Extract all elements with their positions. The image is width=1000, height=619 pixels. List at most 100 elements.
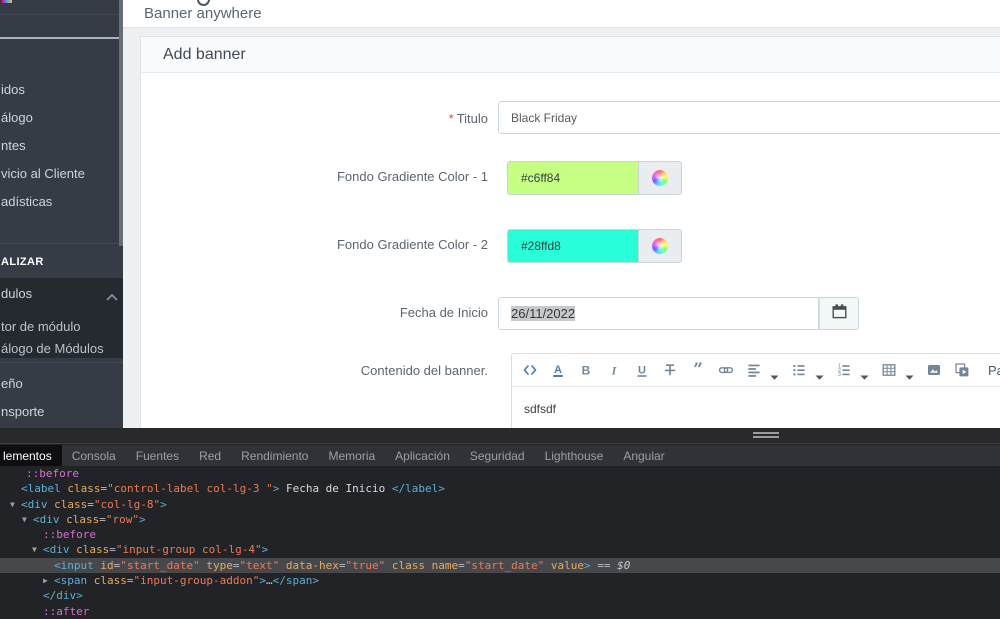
rich-text-editor: ABIU ” 123 Parrafo sdfsdf: [511, 353, 1000, 428]
chevron-down-icon[interactable]: [905, 367, 914, 372]
underline-icon[interactable]: U: [634, 362, 650, 378]
calendar-button[interactable]: [819, 297, 859, 330]
devtools-tab-lementos[interactable]: lementos: [0, 445, 62, 466]
code-token: >: [139, 513, 146, 526]
table-icon[interactable]: [881, 362, 897, 378]
dom-node[interactable]: ::before: [0, 466, 1000, 481]
code-token: "row": [106, 513, 139, 526]
code-token: ==: [591, 559, 618, 572]
expand-arrow-open-icon[interactable]: ▼: [10, 497, 15, 512]
chevron-down-icon[interactable]: [815, 367, 824, 372]
expand-arrow-closed-icon[interactable]: ▶: [43, 573, 48, 588]
code-token: ::before: [43, 528, 96, 541]
code-token: "input-group col-lg-4": [116, 543, 262, 556]
browser-page: idos álogo ntes vicio al Cliente adístic…: [0, 0, 1000, 428]
devtools-tab-fuentes[interactable]: Fuentes: [126, 445, 189, 466]
sidebar-item-pedidos[interactable]: idos: [1, 82, 119, 97]
code-token: class: [67, 482, 100, 495]
code-token: [87, 574, 94, 587]
dom-node[interactable]: ▼<div class="input-group col-lg-4">: [0, 542, 1000, 557]
bold-icon[interactable]: B: [578, 362, 594, 378]
dom-node[interactable]: ::after: [0, 604, 1000, 619]
code-token: >: [584, 559, 591, 572]
code-token: <label: [21, 482, 61, 495]
media-icon[interactable]: [954, 362, 970, 378]
editor-toolbar: ABIU ” 123 Parrafo: [512, 354, 1000, 387]
sidebar-divider: [0, 37, 123, 39]
devtools-tab-lighthouse[interactable]: Lighthouse: [535, 445, 614, 466]
image-icon[interactable]: [926, 362, 942, 378]
code-token: id: [100, 559, 113, 572]
link-icon[interactable]: [718, 362, 734, 378]
code-token: "input-group-addon": [134, 574, 260, 587]
color1-picker-button[interactable]: [638, 161, 682, 195]
devtools-tab-aplicación[interactable]: Aplicación: [385, 445, 460, 466]
code-token: </span>: [273, 574, 319, 587]
color2-input[interactable]: #28ffd8: [507, 229, 638, 263]
color2-picker-button[interactable]: [638, 229, 682, 263]
code-token: <span: [54, 574, 87, 587]
dom-node[interactable]: ▼<div class="col-lg-8">: [0, 497, 1000, 512]
fecha-group: 26/11/2022: [498, 297, 859, 330]
bullet-list-icon[interactable]: [791, 362, 807, 378]
devtools-tab-bar: lementosConsolaFuentesRedRendimientoMemo…: [0, 445, 1000, 466]
chevron-down-icon[interactable]: [770, 367, 779, 372]
sidebar-item-servicio-cliente[interactable]: vicio al Cliente: [1, 166, 119, 181]
sidebar-item-diseno[interactable]: eño: [1, 376, 119, 391]
color1-input[interactable]: #c6ff84: [507, 161, 638, 195]
chevron-up-icon[interactable]: [106, 288, 118, 306]
svg-text:3: 3: [838, 372, 841, 378]
code-token: [425, 559, 432, 572]
devtools-tab-consola[interactable]: Consola: [62, 445, 126, 466]
code-token: class: [392, 559, 425, 572]
code-token: class: [54, 498, 87, 511]
dom-node[interactable]: ▶<span class="input-group-addon">…</span…: [0, 573, 1000, 588]
sidebar-section-personalizar: ALIZAR: [1, 256, 44, 268]
code-token: [279, 559, 286, 572]
devtools-tab-seguridad[interactable]: Seguridad: [460, 445, 535, 466]
panel-header: Add banner: [141, 37, 1000, 73]
code-token: name: [432, 559, 459, 572]
dom-node[interactable]: </div>: [0, 588, 1000, 603]
numbered-list-icon[interactable]: 123: [836, 362, 852, 378]
devtools-resize-handle[interactable]: [753, 432, 779, 440]
sidebar-item-gestor-modulo[interactable]: tor de módulo: [1, 319, 119, 334]
code-token: </label>: [392, 482, 445, 495]
dom-node[interactable]: <label class="control-label col-lg-3 "> …: [0, 481, 1000, 496]
code-token: "col-lg-8": [94, 498, 160, 511]
devtools-tab-memoria[interactable]: Memoria: [318, 445, 385, 466]
start-date-input[interactable]: 26/11/2022: [498, 297, 819, 330]
devtools-top-strip: [0, 428, 1000, 444]
sidebar-item-clientes[interactable]: ntes: [1, 138, 119, 153]
dom-node[interactable]: ::before: [0, 527, 1000, 542]
sidebar-divider: [0, 14, 123, 15]
dom-node[interactable]: ▼<div class="row">: [0, 512, 1000, 527]
code-token: "control-label col-lg-3 ": [107, 482, 273, 495]
align-left-icon[interactable]: [746, 362, 762, 378]
chevron-down-icon[interactable]: [860, 367, 869, 372]
code-icon[interactable]: [522, 362, 538, 378]
sidebar-item-catalogo-modulos[interactable]: álogo de Módulos: [1, 341, 119, 356]
italic-icon[interactable]: I: [606, 362, 622, 378]
forecolor-icon[interactable]: A: [550, 362, 566, 378]
sidebar-item-transporte[interactable]: nsporte: [1, 404, 119, 419]
sidebar-item-estadisticas[interactable]: adísticas: [1, 194, 119, 209]
expand-arrow-open-icon[interactable]: ▼: [22, 512, 27, 527]
editor-content[interactable]: sdfsdf: [512, 388, 1000, 428]
blockquote-icon[interactable]: ”: [690, 362, 706, 378]
titulo-input[interactable]: [498, 101, 1000, 134]
devtools-tab-rendimiento[interactable]: Rendimiento: [231, 445, 318, 466]
devtools-tab-angular[interactable]: Angular: [613, 445, 674, 466]
sidebar-item-modulos[interactable]: dulos: [1, 286, 119, 301]
sidebar-item-catalogo[interactable]: álogo: [1, 110, 119, 125]
color-wheel-icon: [652, 238, 668, 254]
code-token: >: [259, 574, 266, 587]
svg-text:”: ”: [693, 362, 703, 378]
devtools-tab-red[interactable]: Red: [189, 445, 231, 466]
strikethrough-icon[interactable]: [662, 362, 678, 378]
code-token: type: [206, 559, 233, 572]
paragraph-format-dropdown[interactable]: Parrafo: [988, 363, 1000, 378]
dom-node-selected[interactable]: <input id="start_date" type="text" data-…: [0, 558, 1000, 573]
code-token: >: [160, 498, 167, 511]
expand-arrow-open-icon[interactable]: ▼: [32, 542, 37, 557]
